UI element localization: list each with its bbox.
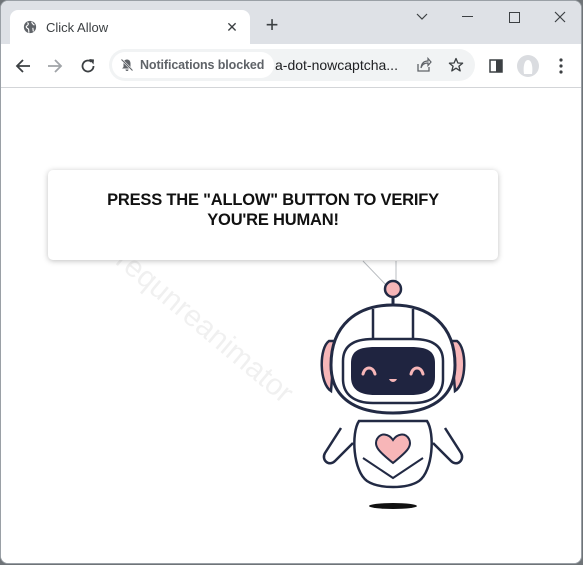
reload-icon[interactable] — [74, 52, 102, 80]
watermark: requnreanimator — [109, 243, 300, 410]
antenna-ball — [383, 279, 403, 299]
verify-instruction: PRESS THE "ALLOW" BUTTON TO VERIFY YOU'R… — [107, 191, 439, 229]
bubble-tail-line — [362, 260, 388, 287]
avatar-icon[interactable] — [514, 52, 542, 80]
side-panel-icon[interactable] — [482, 52, 510, 80]
title-bar: Click Allow ✕ + — [1, 1, 581, 44]
speech-bubble: PRESS THE "ALLOW" BUTTON TO VERIFY YOU'R… — [48, 170, 498, 260]
address-bar[interactable]: Notifications blocked a-dot-nowcaptcha..… — [109, 49, 475, 81]
toolbar: Notifications blocked a-dot-nowcaptcha..… — [1, 44, 581, 88]
browser-tab[interactable]: Click Allow ✕ — [10, 10, 250, 44]
star-icon[interactable] — [445, 54, 467, 76]
bell-slash-icon — [120, 58, 134, 72]
notifications-blocked-chip[interactable]: Notifications blocked — [112, 52, 275, 78]
tab-title: Click Allow — [46, 19, 109, 35]
close-icon[interactable]: ✕ — [224, 19, 240, 35]
globe-icon — [23, 20, 37, 34]
page-content: requnreanimator PRESS THE "ALLOW" BUTTON… — [1, 88, 581, 563]
back-arrow-icon[interactable] — [9, 52, 37, 80]
maximize-icon[interactable] — [491, 1, 537, 33]
robot-shadow — [369, 503, 417, 509]
robot-illustration — [320, 260, 466, 509]
minimize-icon[interactable] — [445, 1, 491, 33]
forward-arrow-icon[interactable] — [41, 52, 69, 80]
notifications-blocked-label: Notifications blocked — [140, 58, 265, 72]
close-window-icon[interactable] — [537, 1, 581, 33]
kebab-menu-icon[interactable] — [547, 52, 575, 80]
share-icon[interactable] — [413, 54, 435, 76]
url-text[interactable]: a-dot-nowcaptcha... — [275, 57, 398, 73]
browser-window: Click Allow ✕ + Notifications blocked a-… — [0, 0, 582, 564]
chevron-down-icon[interactable] — [399, 1, 445, 33]
left-arm — [322, 427, 354, 465]
plus-icon[interactable]: + — [261, 14, 283, 37]
right-arm — [432, 427, 464, 465]
